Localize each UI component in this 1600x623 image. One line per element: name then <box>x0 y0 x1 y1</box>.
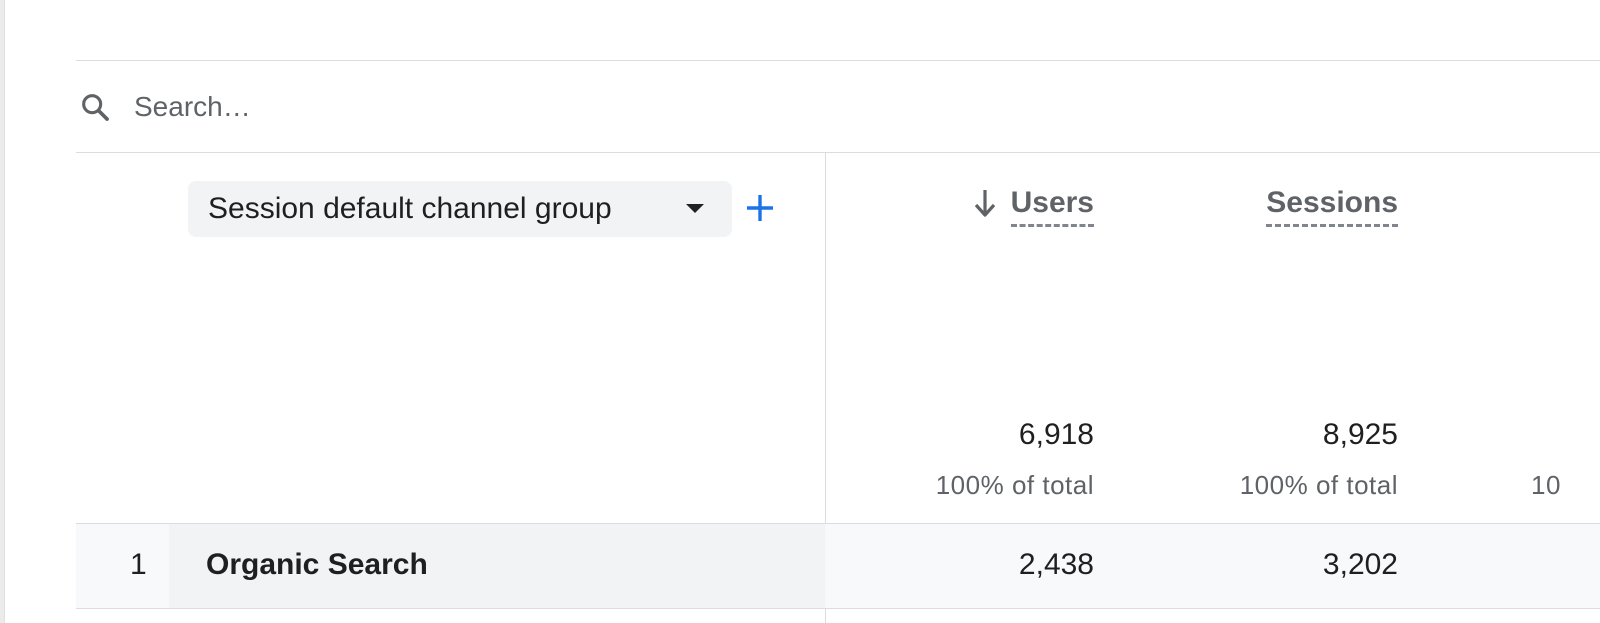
plus-icon <box>747 195 773 221</box>
report-table-page: Session default channel group Users Sess… <box>0 0 1600 623</box>
search-input[interactable] <box>134 90 1034 123</box>
left-panel-edge <box>0 0 5 623</box>
arrow-down-icon <box>971 184 999 222</box>
row-channel-name: Organic Search <box>206 548 428 581</box>
sessions-header-label: Sessions <box>1266 184 1398 227</box>
add-dimension-button[interactable] <box>744 192 776 224</box>
caret-down-icon <box>686 204 704 213</box>
row-users-value: 2,438 <box>1018 548 1094 581</box>
row-index: 1 <box>130 548 147 581</box>
column-header-users[interactable]: Users <box>971 184 1094 232</box>
row-sessions-value: 3,202 <box>1322 548 1398 581</box>
sessions-total: 8,925 <box>1322 418 1398 451</box>
users-header-label: Users <box>1010 184 1094 227</box>
search-icon <box>78 90 112 124</box>
row-divider <box>76 608 1600 609</box>
search-bar <box>76 61 1600 152</box>
dimension-label: Session default channel group <box>208 192 612 225</box>
sessions-total-pct: 100% of total <box>1239 470 1398 500</box>
dimension-selector[interactable]: Session default channel group <box>188 181 732 237</box>
column-header-sessions[interactable]: Sessions <box>1266 184 1398 232</box>
next-column-total-pct: 10 <box>1531 470 1561 500</box>
users-total: 6,918 <box>1018 418 1094 451</box>
search-divider <box>76 152 1600 153</box>
users-total-pct: 100% of total <box>935 470 1094 500</box>
